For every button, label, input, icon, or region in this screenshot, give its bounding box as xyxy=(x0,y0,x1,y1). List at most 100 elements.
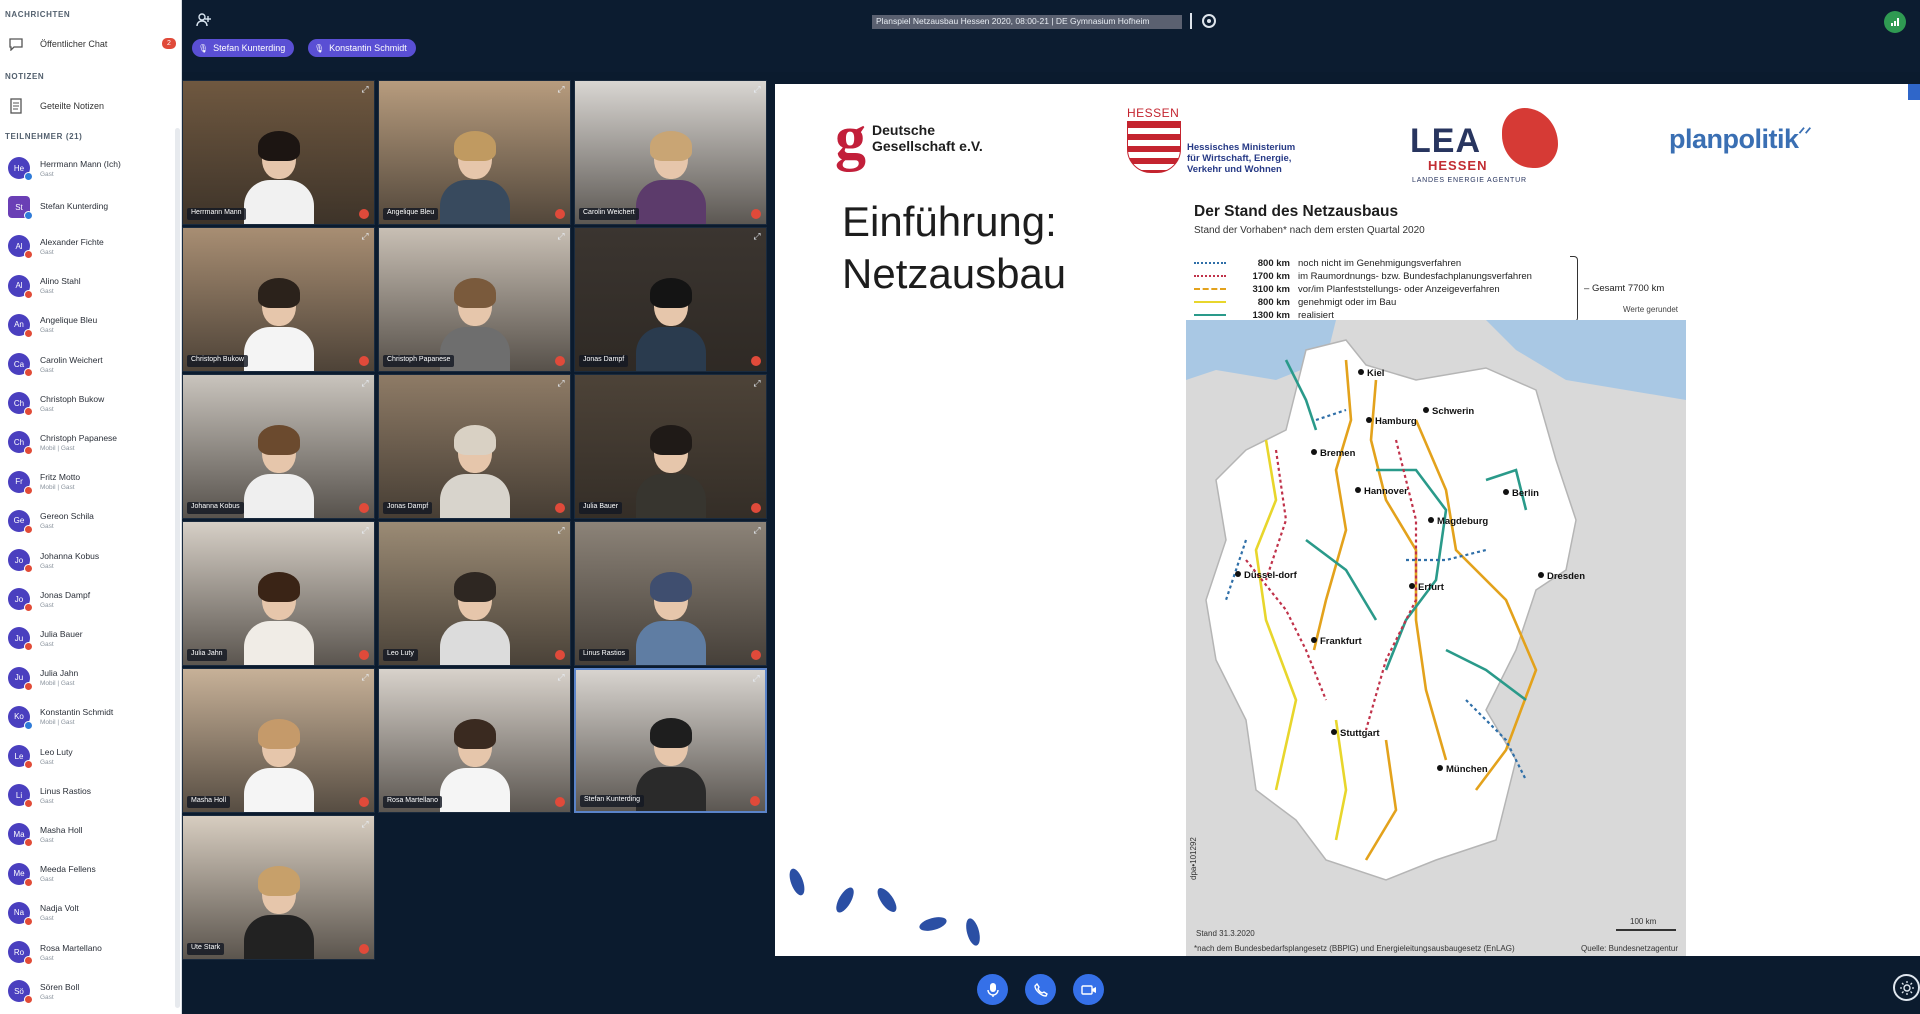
video-tile[interactable]: ⤢ Christoph Bukow xyxy=(182,227,375,372)
participant-item[interactable]: Fr Fritz Motto Mobil | Gast xyxy=(8,464,178,500)
fullscreen-icon[interactable]: ⤢ xyxy=(556,672,566,682)
fullscreen-icon[interactable]: ⤢ xyxy=(360,672,370,682)
participant-item[interactable]: He Herrmann Mann (Ich) Gast xyxy=(8,150,178,186)
video-tile[interactable]: ⤢ Stefan Kunterding xyxy=(574,668,767,813)
video-name-tag[interactable]: Ute Stark xyxy=(187,943,225,955)
participant-item[interactable]: An Angelique Bleu Gast xyxy=(8,307,178,343)
participant-item[interactable]: Ge Gereon Schila Gast xyxy=(8,503,178,539)
status-indicator xyxy=(24,956,33,965)
participant-item[interactable]: Ko Konstantin Schmidt Mobil | Gast xyxy=(8,699,178,735)
settings-button[interactable] xyxy=(1893,974,1920,1001)
participant-item[interactable]: Ch Christoph Bukow Gast xyxy=(8,385,178,421)
participant-item[interactable]: Ju Julia Bauer Gast xyxy=(8,620,178,656)
video-name-tag[interactable]: Julia Bauer xyxy=(579,502,623,514)
participant-name: Julia Jahn xyxy=(40,668,79,679)
video-tile[interactable]: ⤢ Johanna Kobus xyxy=(182,374,375,519)
participant-video xyxy=(243,276,314,371)
video-tile[interactable]: ⤢ Jonas Dampf xyxy=(574,227,767,372)
fullscreen-icon[interactable]: ⤢ xyxy=(556,231,566,241)
status-indicator xyxy=(24,485,33,495)
map-title: Der Stand des Netzausbaus xyxy=(1194,203,1399,220)
fullscreen-icon[interactable]: ⤢ xyxy=(360,84,370,94)
video-name-tag[interactable]: Christoph Papanese xyxy=(383,355,455,367)
video-name-tag[interactable]: Christoph Bukow xyxy=(187,355,248,367)
city-dot xyxy=(1503,489,1509,495)
participant-item[interactable]: Me Meeda Fellens Gast xyxy=(8,856,178,892)
video-tile[interactable]: ⤢ Christoph Papanese xyxy=(378,227,571,372)
participant-item[interactable]: Al Alexander Fichte Gast xyxy=(8,228,178,264)
video-name-tag[interactable]: Herrmann Mann xyxy=(187,208,246,220)
fullscreen-icon[interactable]: ⤢ xyxy=(360,231,370,241)
video-tile[interactable]: ⤢ Julia Bauer xyxy=(574,374,767,519)
video-tile[interactable]: ⤢ Jonas Dampf xyxy=(378,374,571,519)
fullscreen-icon[interactable]: ⤢ xyxy=(556,378,566,388)
participant-item[interactable]: Ca Carolin Weichert Gast xyxy=(8,346,178,382)
shared-notes-item[interactable]: Geteilte Notizen xyxy=(6,92,178,120)
video-tile[interactable]: ⤢ Linus Rastios xyxy=(574,521,767,666)
video-tile[interactable]: ⤢ Angelique Bleu xyxy=(378,80,571,225)
fullscreen-icon[interactable]: ⤢ xyxy=(556,525,566,535)
users-toggle-icon[interactable] xyxy=(196,13,212,29)
talker-name: Stefan Kunterding xyxy=(213,43,286,53)
participant-item[interactable]: Jo Johanna Kobus Gast xyxy=(8,542,178,578)
participant-name: Gereon Schila xyxy=(40,511,94,522)
participant-item[interactable]: Al Alino Stahl Gast xyxy=(8,268,178,304)
participant-role: Gast xyxy=(40,915,54,923)
participant-role: Gast xyxy=(40,758,54,766)
video-name-tag[interactable]: Julia Jahn xyxy=(187,649,227,661)
fullscreen-icon[interactable]: ⤢ xyxy=(360,525,370,535)
participant-role: Mobil | Gast xyxy=(40,680,75,688)
audio-phone-button[interactable] xyxy=(1025,974,1056,1005)
participant-item[interactable]: Ju Julia Jahn Mobil | Gast xyxy=(8,660,178,696)
presentation-options-tab[interactable] xyxy=(1908,84,1920,100)
avatar: Ju xyxy=(8,666,33,691)
video-name-tag[interactable]: Stefan Kunterding xyxy=(580,795,645,807)
fullscreen-icon[interactable]: ⤢ xyxy=(360,378,370,388)
microphone-icon: 🎙 xyxy=(314,43,325,53)
video-tile[interactable]: ⤢ Julia Jahn xyxy=(182,521,375,666)
microphone-button[interactable] xyxy=(977,974,1008,1005)
video-name-tag[interactable]: Leo Luty xyxy=(383,649,418,661)
connection-status-icon[interactable] xyxy=(1884,11,1906,33)
fullscreen-icon[interactable]: ⤢ xyxy=(556,84,566,94)
participant-item[interactable]: Li Linus Rastios Gast xyxy=(8,777,178,813)
participant-item[interactable]: St Stefan Kunterding xyxy=(8,189,178,225)
video-tile[interactable]: ⤢ Masha Holl xyxy=(182,668,375,813)
fullscreen-icon[interactable]: ⤢ xyxy=(751,673,761,683)
record-icon[interactable] xyxy=(1202,14,1216,28)
video-name-tag[interactable]: Masha Holl xyxy=(187,796,231,808)
participant-video xyxy=(439,423,510,518)
participant-item[interactable]: Le Leo Luty Gast xyxy=(8,738,178,774)
participant-item[interactable]: Jo Jonas Dampf Gast xyxy=(8,581,178,617)
video-tile[interactable]: ⤢ Leo Luty xyxy=(378,521,571,666)
footprints-decoration xyxy=(789,868,980,946)
legend-entry: 800 km genehmigt oder im Bau xyxy=(1194,296,1396,308)
fullscreen-icon[interactable]: ⤢ xyxy=(752,378,762,388)
video-tile[interactable]: ⤢ Ute Stark xyxy=(182,815,375,960)
fullscreen-icon[interactable]: ⤢ xyxy=(752,84,762,94)
video-tile[interactable]: ⤢ Herrmann Mann xyxy=(182,80,375,225)
participant-item[interactable]: Ro Rosa Martellano Gast xyxy=(8,934,178,970)
video-tile[interactable]: ⤢ Carolin Weichert xyxy=(574,80,767,225)
sidebar-scrollbar[interactable] xyxy=(175,128,180,1008)
participant-item[interactable]: Sö Sören Boll Gast xyxy=(8,973,178,1009)
video-name-tag[interactable]: Linus Rastios xyxy=(579,649,630,661)
participant-item[interactable]: Ch Christoph Papanese Mobil | Gast xyxy=(8,424,178,460)
city-dot xyxy=(1311,449,1317,455)
video-name-tag[interactable]: Jonas Dampf xyxy=(579,355,629,367)
video-name-tag[interactable]: Jonas Dampf xyxy=(383,502,433,514)
video-name-tag[interactable]: Johanna Kobus xyxy=(187,502,244,514)
participant-item[interactable]: Na Nadja Volt Gast xyxy=(8,895,178,931)
fullscreen-icon[interactable]: ⤢ xyxy=(752,525,762,535)
fullscreen-icon[interactable]: ⤢ xyxy=(752,231,762,241)
video-tile[interactable]: ⤢ Rosa Martellano xyxy=(378,668,571,813)
legend-swatch xyxy=(1194,275,1226,277)
fullscreen-icon[interactable]: ⤢ xyxy=(360,819,370,829)
participant-name: Carolin Weichert xyxy=(40,354,103,365)
video-name-tag[interactable]: Rosa Martellano xyxy=(383,796,442,808)
camera-button[interactable] xyxy=(1073,974,1104,1005)
participant-item[interactable]: Ma Masha Holl Gast xyxy=(8,816,178,852)
public-chat-item[interactable]: Öffentlicher Chat 2 xyxy=(6,30,178,58)
video-name-tag[interactable]: Carolin Weichert xyxy=(579,208,639,220)
video-name-tag[interactable]: Angelique Bleu xyxy=(383,208,439,220)
